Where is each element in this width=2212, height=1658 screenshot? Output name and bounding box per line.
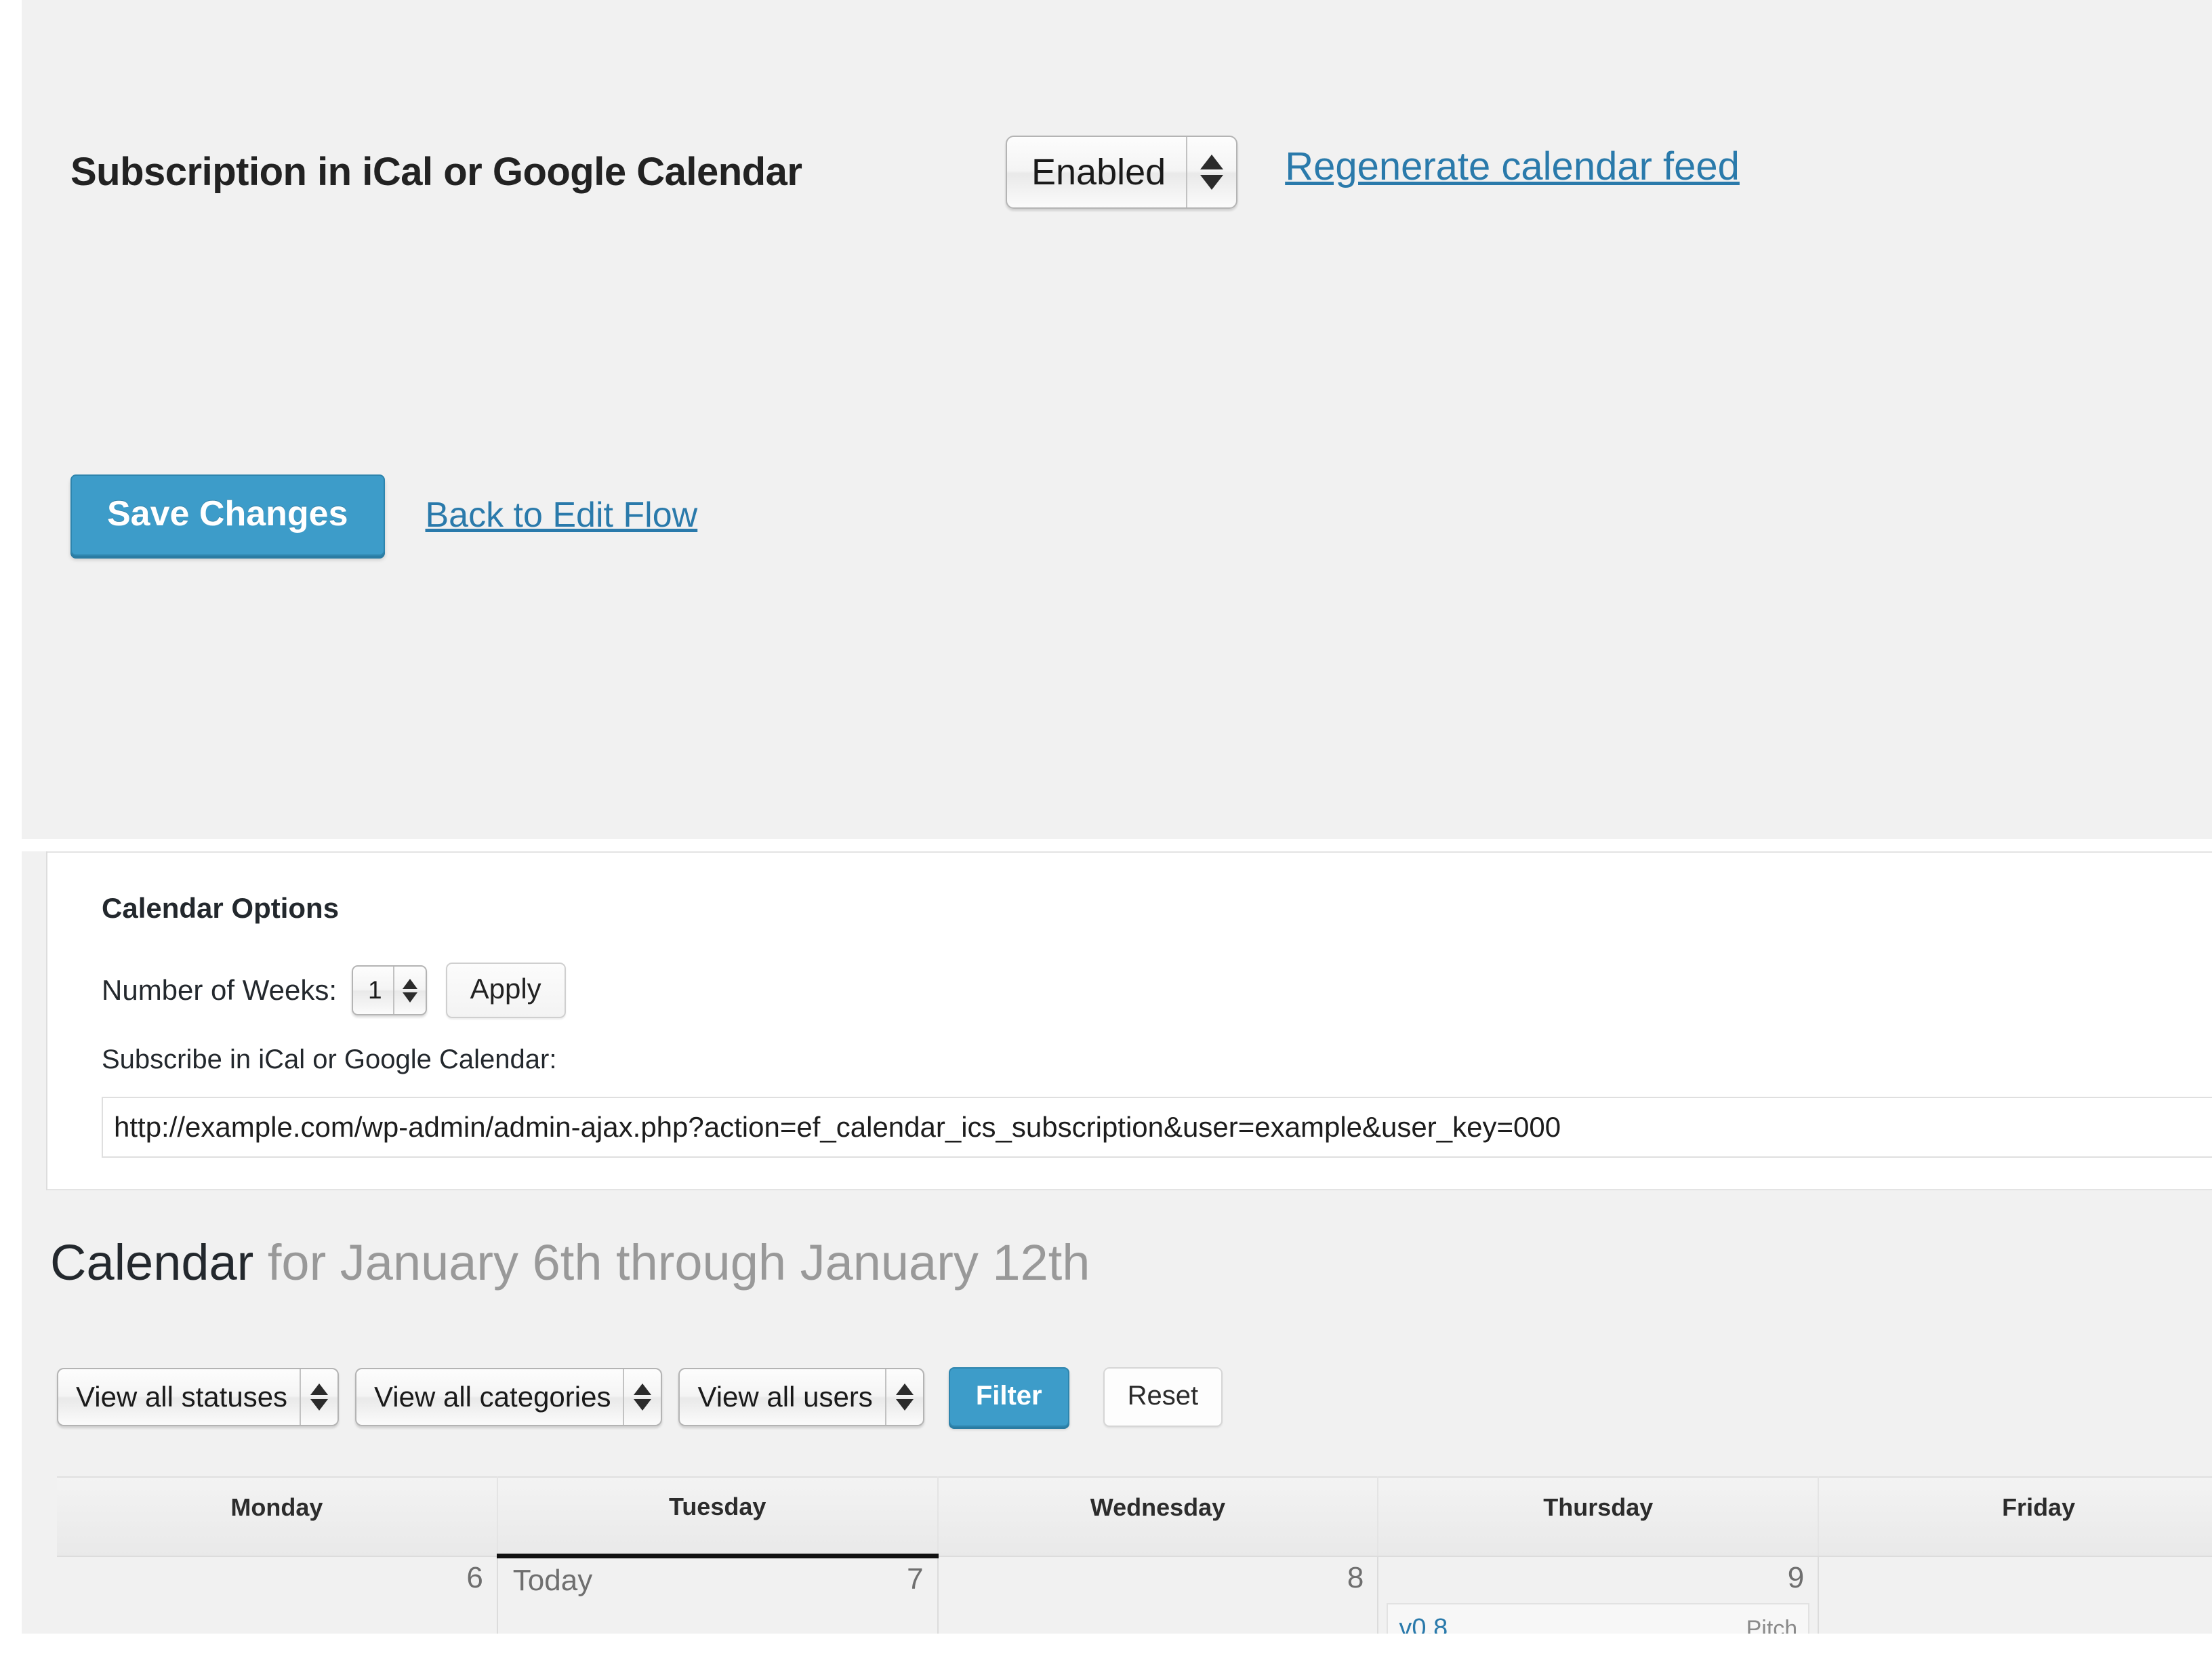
today-badge: Today bbox=[512, 1564, 593, 1597]
caret-down-icon bbox=[310, 1399, 329, 1411]
number-of-weeks-select[interactable]: 1 bbox=[352, 965, 427, 1015]
subscribe-url-label: Subscribe in iCal or Google Calendar: bbox=[102, 1045, 557, 1074]
caret-down-icon bbox=[1200, 175, 1224, 190]
filter-button[interactable]: Filter bbox=[948, 1367, 1069, 1427]
calendar-header-row: Monday Tuesday Wednesday Thursday Friday bbox=[57, 1476, 2212, 1557]
calendar-column-header: Monday bbox=[57, 1476, 498, 1557]
calendar-heading: Calendar for January 6th through January… bbox=[50, 1238, 1090, 1288]
viewport-bottom-cut bbox=[0, 1634, 2212, 1658]
calendar-column-header: Friday bbox=[1818, 1476, 2212, 1557]
viewport-left-gutter bbox=[0, 0, 22, 1658]
stepper-arrows-icon bbox=[392, 967, 426, 1014]
calendar-table: Monday Tuesday Wednesday Thursday Friday 6 To… bbox=[57, 1476, 2212, 1658]
back-to-edit-flow-link[interactable]: Back to Edit Flow bbox=[426, 495, 698, 535]
reset-button[interactable]: Reset bbox=[1103, 1367, 1223, 1427]
subscription-select[interactable]: Enabled bbox=[1006, 136, 1238, 209]
calendar-column-header: Tuesday bbox=[497, 1476, 939, 1557]
caret-up-icon bbox=[1200, 155, 1224, 169]
day-number: 8 bbox=[1347, 1560, 1364, 1594]
stepper-arrows-icon bbox=[300, 1369, 337, 1425]
calendar-column-header: Wednesday bbox=[937, 1476, 1379, 1557]
options-box-left-strip bbox=[22, 851, 47, 1190]
calendar-options-title: Calendar Options bbox=[102, 892, 340, 924]
save-changes-button[interactable]: Save Changes bbox=[70, 474, 385, 556]
stepper-arrows-icon bbox=[884, 1369, 923, 1425]
number-of-weeks-row: Number of Weeks: 1 Apply bbox=[102, 963, 566, 1018]
status-filter-select[interactable]: View all statuses bbox=[57, 1368, 340, 1426]
day-number: 9 bbox=[1787, 1560, 1805, 1594]
status-filter-value: View all statuses bbox=[76, 1381, 288, 1413]
regenerate-calendar-feed-link[interactable]: Regenerate calendar feed bbox=[1285, 136, 1740, 189]
day-number: 1 bbox=[1819, 1557, 2212, 1594]
number-of-weeks-value: 1 bbox=[368, 976, 382, 1004]
page-root: Subscription in iCal or Google Calendar … bbox=[0, 0, 2212, 1658]
stepper-arrows-icon bbox=[1186, 137, 1236, 207]
category-filter-select[interactable]: View all categories bbox=[355, 1368, 663, 1426]
caret-up-icon bbox=[402, 978, 417, 989]
user-filter-select[interactable]: View all users bbox=[678, 1368, 924, 1426]
stepper-arrows-icon bbox=[623, 1369, 661, 1425]
settings-actions-row: Save Changes Back to Edit Flow bbox=[70, 474, 697, 556]
day-number: 6 bbox=[466, 1560, 483, 1594]
subscription-setting-row: Subscription in iCal or Google Calendar … bbox=[70, 136, 2198, 209]
subscribe-url-input[interactable] bbox=[102, 1097, 2212, 1158]
number-of-weeks-label: Number of Weeks: bbox=[102, 974, 337, 1006]
category-filter-value: View all categories bbox=[374, 1381, 611, 1413]
caret-up-icon bbox=[895, 1383, 914, 1395]
caret-up-icon bbox=[634, 1383, 652, 1395]
caret-down-icon bbox=[634, 1399, 652, 1411]
settings-panel: Subscription in iCal or Google Calendar … bbox=[22, 0, 2212, 839]
subscription-select-value: Enabled bbox=[1031, 152, 1166, 193]
calendar-column-header: Thursday bbox=[1378, 1476, 1820, 1557]
calendar-heading-range: for January 6th through January 12th bbox=[267, 1234, 1090, 1291]
caret-down-icon bbox=[402, 992, 417, 1003]
subscription-setting-label: Subscription in iCal or Google Calendar bbox=[70, 150, 802, 194]
caret-down-icon bbox=[895, 1399, 914, 1411]
calendar-filter-bar: View all statuses View all categories Vi… bbox=[57, 1367, 1239, 1427]
apply-button[interactable]: Apply bbox=[445, 963, 566, 1018]
caret-up-icon bbox=[310, 1383, 329, 1395]
user-filter-value: View all users bbox=[697, 1381, 873, 1413]
calendar-heading-primary: Calendar bbox=[50, 1234, 254, 1291]
subscription-select-wrap: Enabled bbox=[1006, 136, 1238, 209]
